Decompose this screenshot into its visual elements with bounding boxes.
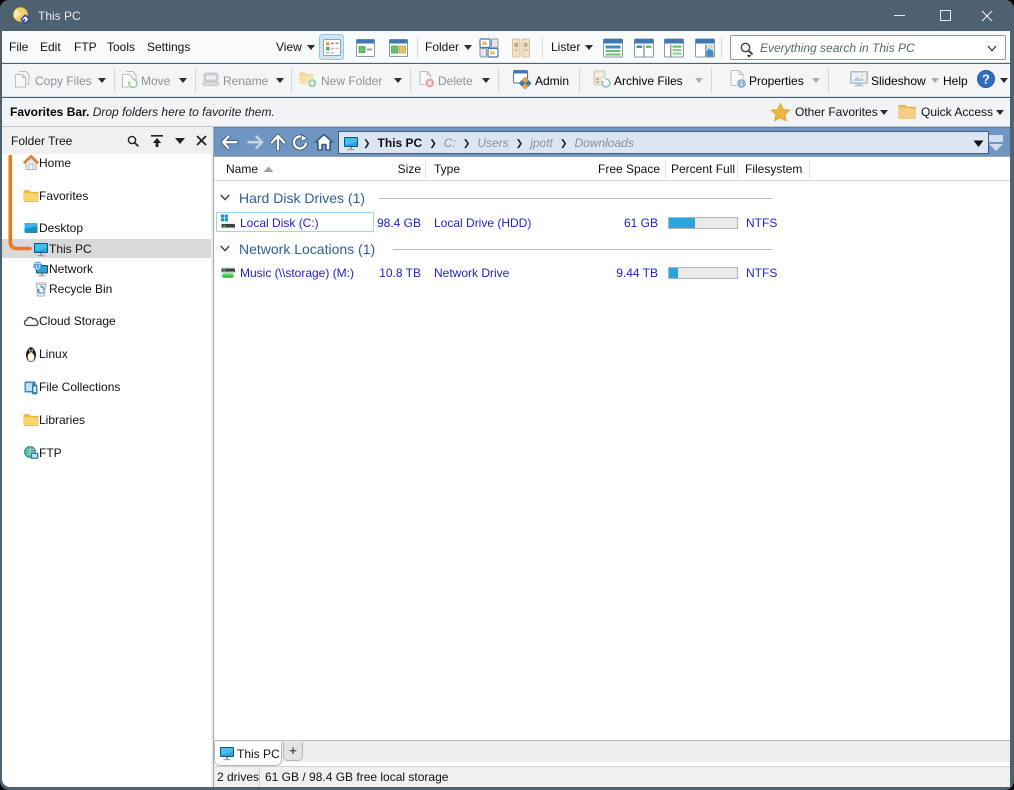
svg-text:?: ? xyxy=(982,73,990,87)
